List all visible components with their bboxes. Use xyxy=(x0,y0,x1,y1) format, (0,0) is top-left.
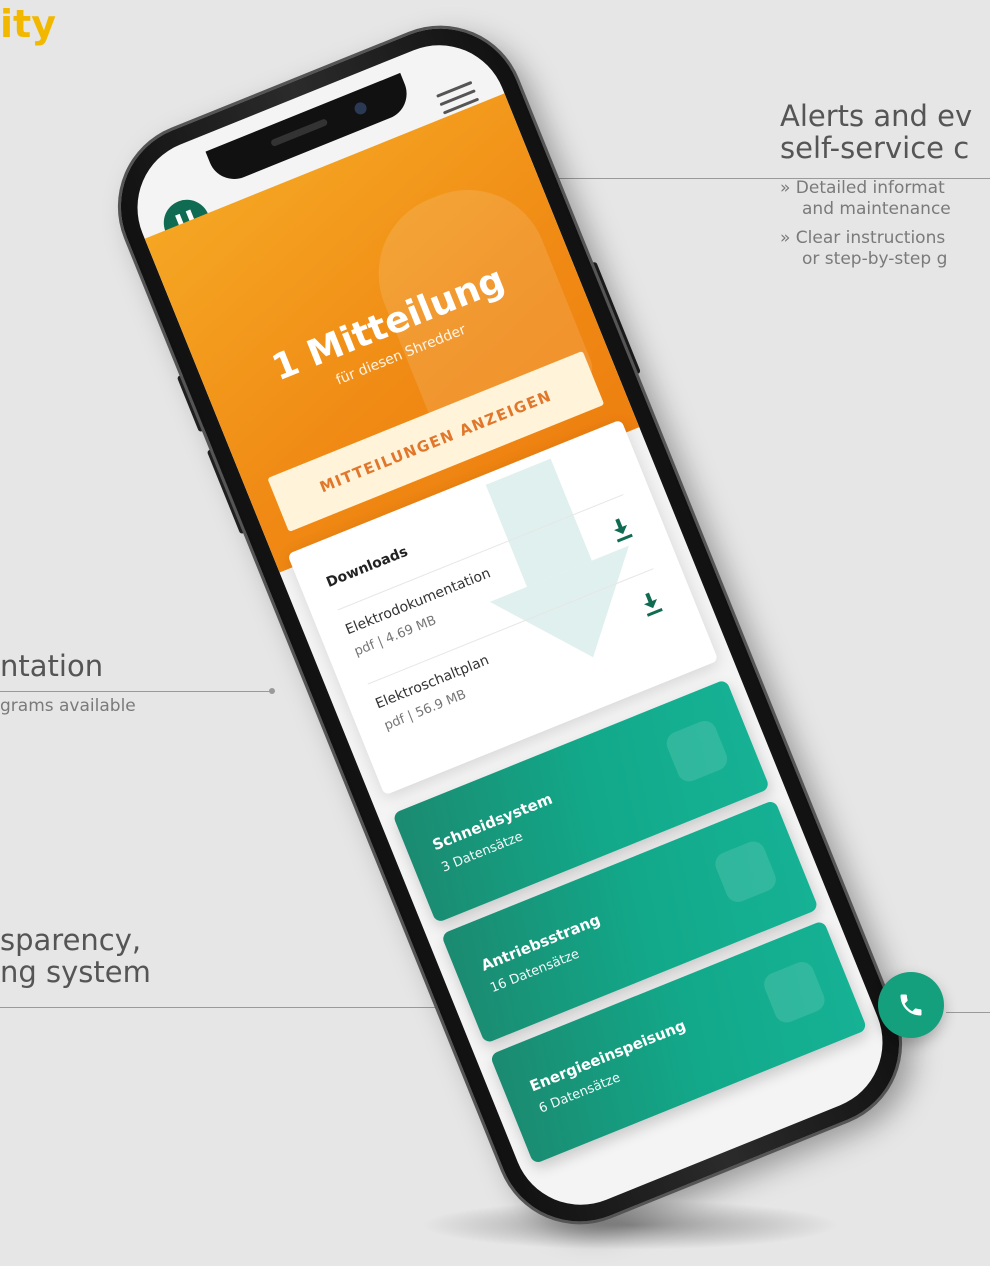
gear-icon xyxy=(663,717,731,786)
annotation-documentation-title: ntation xyxy=(0,649,104,683)
annotation-documentation-leader xyxy=(0,691,272,692)
annotation-transparency-line-1: sparency, xyxy=(0,923,142,957)
annotation-alerts-title-1: Alerts and ev xyxy=(780,99,973,133)
download-icon[interactable] xyxy=(609,516,634,543)
annotation-transparency: sparency, ng system xyxy=(0,924,151,988)
call-button[interactable] xyxy=(878,972,944,1038)
annotation-alerts-bullet-1a: » Detailed informat xyxy=(780,178,945,198)
document-icon xyxy=(711,837,780,906)
camera-icon xyxy=(352,100,369,117)
annotation-alerts-bullet-1b: and maintenance xyxy=(802,199,951,219)
speaker xyxy=(270,118,329,148)
phone-shadow xyxy=(420,1200,840,1250)
annotation-transparency-line-2: ng system xyxy=(0,955,151,989)
downloads-title: Downloads xyxy=(324,543,411,591)
annotation-alerts-title-2: self-service c xyxy=(780,131,970,165)
annotation-documentation-dot xyxy=(269,688,275,694)
annotation-documentation: ntation grams available xyxy=(0,650,136,717)
phone-icon xyxy=(900,994,922,1016)
download-icon[interactable] xyxy=(639,590,664,617)
annotation-alerts-leader xyxy=(484,178,990,179)
annotation-alerts-bullet-2b: or step-by-step g xyxy=(802,249,948,269)
annotation-alerts: Alerts and ev self-service c » Detailed … xyxy=(780,100,972,270)
lightning-icon xyxy=(760,958,829,1027)
annotation-documentation-sub: grams available xyxy=(0,696,136,716)
annotation-transparency-leader xyxy=(0,1007,448,1008)
annotation-alerts-bullet-2a: » Clear instructions xyxy=(780,228,946,248)
page-heading: ity xyxy=(0,2,56,46)
annotation-call-leader xyxy=(946,1012,990,1013)
